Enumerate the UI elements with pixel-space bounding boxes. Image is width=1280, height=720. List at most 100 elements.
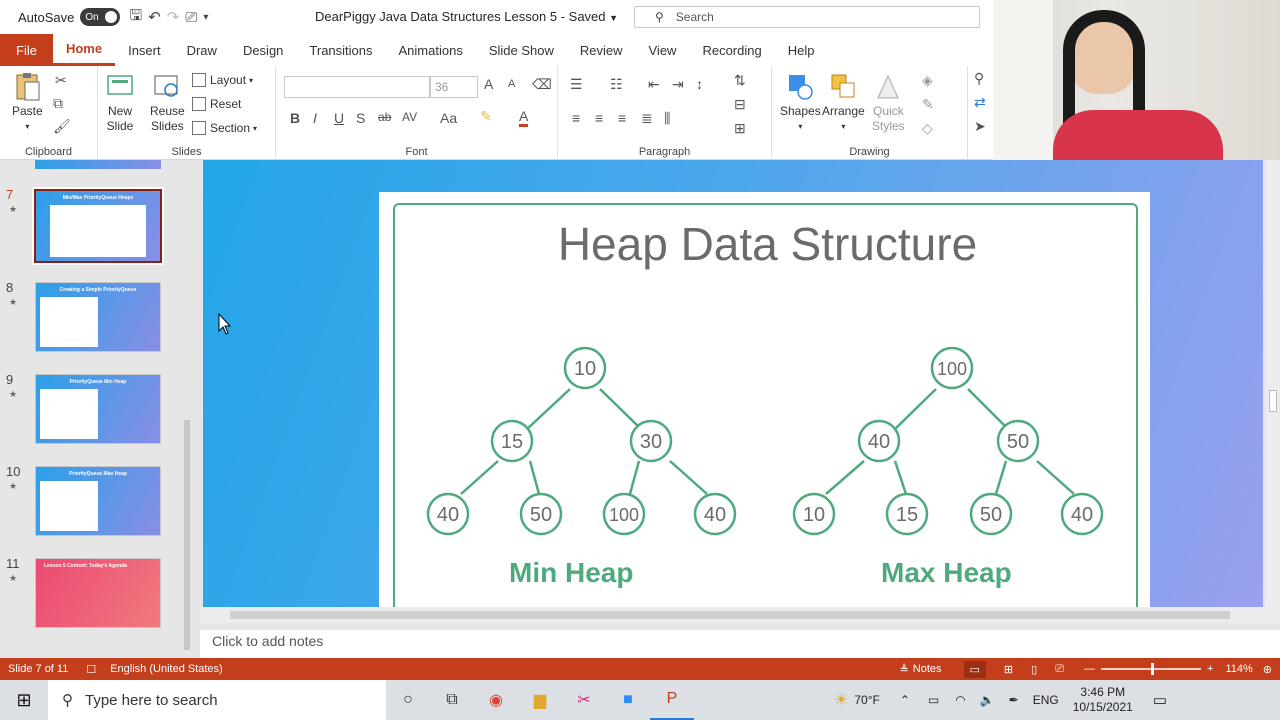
- horizontal-scrollbar[interactable]: [200, 607, 1266, 623]
- cut-icon[interactable]: ✂: [55, 72, 67, 89]
- smartart-icon[interactable]: ⊞: [734, 120, 746, 137]
- clock[interactable]: 3:46 PM 10/15/2021: [1073, 685, 1133, 715]
- customize-qat-icon[interactable]: ▾: [203, 5, 208, 29]
- windows-start-icon[interactable]: ⊞: [0, 680, 48, 720]
- line-spacing-icon[interactable]: ↕: [696, 76, 703, 92]
- tab-recording[interactable]: Recording: [689, 34, 774, 66]
- font-name-input[interactable]: [284, 76, 430, 98]
- slide-counter[interactable]: Slide 7 of 11: [8, 663, 68, 675]
- shape-fill-icon[interactable]: ◈: [922, 72, 933, 89]
- slideshow-view-icon[interactable]: ⎚: [1055, 663, 1064, 676]
- task-view-icon[interactable]: ⧉: [430, 680, 474, 720]
- bullets-icon[interactable]: ☰: [570, 76, 583, 93]
- slide-thumbnail-8[interactable]: 8 ★ Creating a Simple PriorityQueue: [0, 280, 190, 372]
- zoom-level[interactable]: 114%: [1225, 663, 1252, 675]
- align-text-icon[interactable]: ⊟: [734, 96, 746, 113]
- tab-design[interactable]: Design: [230, 34, 296, 66]
- temperature[interactable]: 70°F: [854, 693, 879, 707]
- copy-icon[interactable]: ⧉: [53, 95, 63, 112]
- thumbnail-scrollbar[interactable]: [184, 420, 190, 650]
- highlight-icon[interactable]: ✎: [480, 108, 492, 125]
- scroll-thumb[interactable]: [230, 611, 1230, 619]
- decrease-font-icon[interactable]: A: [508, 78, 515, 90]
- numbering-icon[interactable]: ☷: [610, 76, 623, 93]
- zoom-slider-thumb[interactable]: [1151, 663, 1155, 675]
- search-input[interactable]: ⚲ Search: [634, 6, 980, 28]
- notes-pane[interactable]: Click to add notes: [200, 630, 1280, 658]
- cortana-icon[interactable]: ○: [386, 680, 430, 720]
- new-slide-button[interactable]: New Slide: [106, 72, 134, 134]
- tab-transitions[interactable]: Transitions: [296, 34, 385, 66]
- current-slide[interactable]: Heap Data Structure 10 15 30 40 50 100 4…: [203, 160, 1263, 607]
- align-right-icon[interactable]: ≡: [618, 110, 626, 126]
- align-left-icon[interactable]: ≡: [572, 110, 580, 126]
- accessibility-icon[interactable]: ☐: [86, 663, 96, 676]
- chevron-up-icon[interactable]: ⌃: [900, 693, 910, 707]
- undo-icon[interactable]: ↶: [148, 5, 161, 29]
- weather-icon[interactable]: ☀: [834, 690, 848, 710]
- autosave-toggle[interactable]: On: [80, 8, 121, 26]
- font-size-input[interactable]: 36: [430, 76, 478, 98]
- redo-icon[interactable]: ↷: [167, 5, 180, 29]
- input-language[interactable]: ENG: [1033, 693, 1059, 707]
- slide-thumbnail-7[interactable]: 7 ★ Min/Max PriorityQueue Heaps: [0, 187, 190, 279]
- columns-icon[interactable]: ⫼: [664, 110, 670, 127]
- slide-thumbnail-9[interactable]: 9 ★ PriorityQueue Min Heap: [0, 372, 190, 464]
- normal-view-icon[interactable]: ▭: [963, 660, 986, 678]
- paste-button[interactable]: Paste ▾: [12, 72, 43, 134]
- quick-styles-button[interactable]: Quick Styles: [872, 72, 905, 134]
- char-spacing-icon[interactable]: AV: [402, 110, 417, 124]
- file-explorer-icon[interactable]: ▆: [518, 680, 562, 720]
- wifi-icon[interactable]: ◠: [955, 693, 965, 707]
- arrange-button[interactable]: Arrange ▾: [822, 72, 865, 134]
- zoom-out-icon[interactable]: —: [1084, 663, 1095, 675]
- battery-icon[interactable]: ▭: [928, 693, 939, 707]
- shadow-icon[interactable]: S: [356, 110, 365, 126]
- replace-icon[interactable]: ⇄: [974, 94, 986, 111]
- tab-insert[interactable]: Insert: [115, 34, 174, 66]
- notifications-icon[interactable]: ▭: [1153, 691, 1167, 709]
- snip-tool-icon[interactable]: ✂: [562, 680, 606, 720]
- font-color-icon[interactable]: A: [519, 108, 529, 127]
- reading-view-icon[interactable]: ▯: [1031, 663, 1037, 676]
- vertical-scrollbar[interactable]: [1266, 160, 1280, 623]
- tab-slide-show[interactable]: Slide Show: [476, 34, 567, 66]
- fit-to-window-icon[interactable]: ⊕: [1263, 663, 1272, 676]
- language-indicator[interactable]: English (United States): [110, 663, 223, 675]
- document-title[interactable]: DearPiggy Java Data Structures Lesson 5 …: [315, 9, 618, 24]
- pen-icon[interactable]: ✒: [1009, 693, 1019, 707]
- justify-icon[interactable]: ≣: [641, 110, 653, 127]
- change-case-icon[interactable]: Aa: [440, 110, 457, 126]
- decrease-indent-icon[interactable]: ⇤: [648, 76, 660, 93]
- powerpoint-icon[interactable]: P: [650, 680, 694, 720]
- text-direction-icon[interactable]: ⇅: [734, 72, 746, 89]
- select-icon[interactable]: ➤: [974, 118, 986, 135]
- zoom-slider[interactable]: [1101, 663, 1202, 675]
- strikethrough-icon[interactable]: ab: [378, 110, 391, 124]
- slide-thumbnail-10[interactable]: 10 ★ PriorityQueue Max Heap: [0, 464, 190, 556]
- increase-indent-icon[interactable]: ⇥: [672, 76, 684, 93]
- align-center-icon[interactable]: ≡: [595, 110, 603, 126]
- section-button[interactable]: Section ▾: [192, 118, 257, 138]
- slide-thumbnail-11[interactable]: 11 ★ Lesson 5 Content: Today's Agenda: [0, 556, 190, 648]
- tab-view[interactable]: View: [636, 34, 690, 66]
- tab-review[interactable]: Review: [567, 34, 636, 66]
- find-icon[interactable]: ⚲: [974, 70, 984, 87]
- shape-outline-icon[interactable]: ✎: [922, 96, 934, 113]
- shape-effects-icon[interactable]: ◇: [922, 120, 933, 137]
- tab-animations[interactable]: Animations: [386, 34, 476, 66]
- increase-font-icon[interactable]: A: [484, 76, 493, 92]
- tab-help[interactable]: Help: [775, 34, 828, 66]
- reset-button[interactable]: Reset: [192, 94, 241, 114]
- save-icon[interactable]: 🖫: [129, 5, 142, 29]
- present-icon[interactable]: ⎚: [185, 5, 197, 29]
- chrome-icon[interactable]: ◉: [474, 680, 518, 720]
- clear-formatting-icon[interactable]: ⌫: [532, 76, 552, 93]
- zoom-in-icon[interactable]: +: [1207, 663, 1213, 675]
- scroll-thumb-vertical[interactable]: [1269, 390, 1277, 412]
- tab-file[interactable]: File: [0, 34, 53, 66]
- tab-home[interactable]: Home: [52, 34, 116, 66]
- volume-icon[interactable]: 🔈: [980, 693, 995, 707]
- zoom-app-icon[interactable]: ■: [606, 680, 650, 720]
- underline-icon[interactable]: U: [334, 110, 344, 126]
